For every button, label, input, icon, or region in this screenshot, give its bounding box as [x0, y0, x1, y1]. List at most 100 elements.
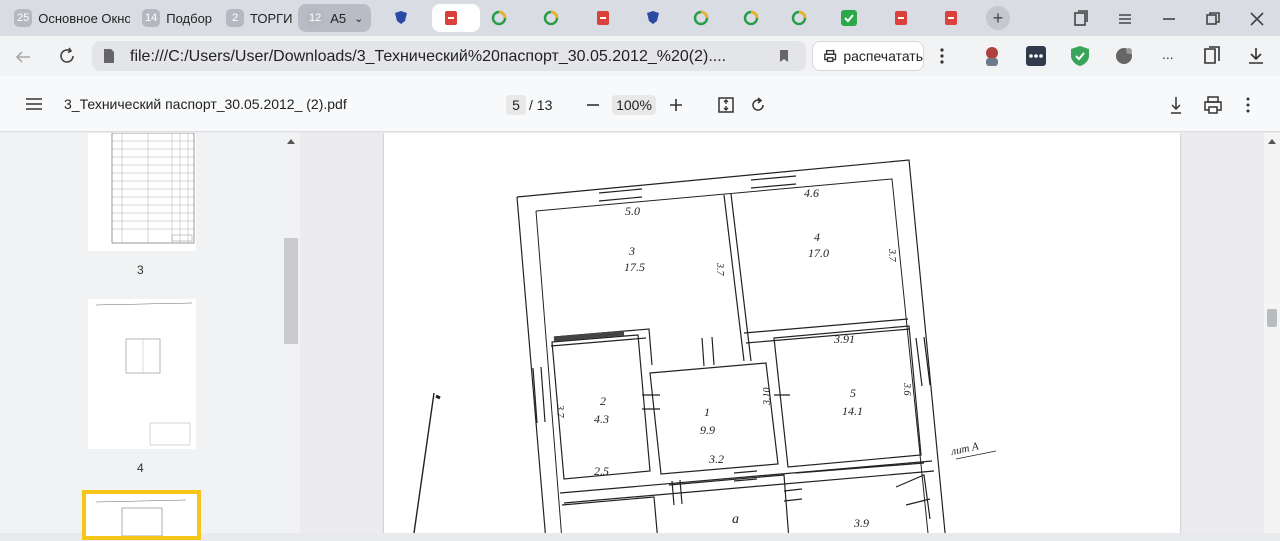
plan-thumbnail-image	[95, 499, 187, 537]
zoom-out-icon[interactable]	[584, 96, 602, 114]
room-area: 17.0	[808, 246, 829, 260]
fit-page-icon[interactable]	[716, 95, 736, 115]
tab-bar: 25 Основное Окно 14 Подбор 2 ТОРГИ 12 А5…	[0, 0, 1280, 36]
pdf-icon	[445, 11, 457, 25]
thumbnail-page-3[interactable]	[88, 132, 196, 251]
tab-group-label: ТОРГИ	[250, 10, 293, 26]
tab-group-count: 12	[306, 9, 325, 27]
check-icon[interactable]	[840, 9, 858, 27]
tab-group-main[interactable]: 25 Основное Окно	[6, 4, 138, 32]
printer-icon	[824, 49, 837, 63]
page-total: / 13	[529, 97, 553, 113]
thumbnail-label: 4	[137, 461, 144, 475]
more-vertical-icon[interactable]	[934, 46, 950, 66]
document-scrollbar	[1264, 133, 1280, 533]
sidebar-scrollbar-thumb[interactable]	[284, 238, 298, 344]
extension-icon[interactable]	[1112, 44, 1136, 68]
tab-group-label: Подбор	[166, 10, 213, 26]
scroll-up-arrow-icon[interactable]	[286, 137, 296, 145]
tab-group-torgi[interactable]: 2 ТОРГИ	[218, 4, 301, 32]
room-number: 5	[850, 386, 856, 400]
url-field[interactable]: file:///C:/Users/User/Downloads/3_Технич…	[92, 41, 806, 71]
dim-label: 3.10	[762, 388, 773, 407]
plan-thumbnail-image	[95, 302, 193, 446]
zoom-in-icon[interactable]	[667, 96, 685, 114]
print-label: распечатать	[843, 48, 923, 64]
page-number-input[interactable]: 5	[506, 95, 526, 115]
rotate-icon[interactable]	[748, 95, 768, 115]
dim-label: 3.7	[714, 262, 725, 277]
menu-icon[interactable]	[24, 96, 44, 112]
tab-active-pdf[interactable]	[432, 4, 480, 32]
pdf-icon[interactable]	[594, 9, 612, 27]
tab-group-label: А5	[330, 10, 347, 26]
pdf-page: 5.0 4.6 3 17.5 4 17.0 3.7 3.7 3.91 2 4.3…	[384, 133, 1180, 533]
room-number: 2	[600, 394, 606, 408]
refresh-site-icon[interactable]	[692, 9, 710, 27]
thumbnail-label: 3	[137, 263, 144, 277]
gerb-icon[interactable]	[392, 9, 410, 27]
room-number: 4	[814, 230, 820, 244]
room-number: а	[732, 512, 739, 527]
pdf-icon[interactable]	[892, 9, 910, 27]
extension-avatar-icon[interactable]	[980, 44, 1004, 68]
more-vertical-icon[interactable]	[1240, 94, 1256, 116]
dim-label: 3.7	[554, 404, 565, 419]
address-bar: file:///C:/Users/User/Downloads/3_Технич…	[0, 36, 1280, 76]
dim-label: 4.6	[804, 186, 819, 200]
gerb-icon[interactable]	[644, 9, 662, 27]
dim-label: 3.2	[708, 452, 724, 466]
url-text: file:///C:/Users/User/Downloads/3_Технич…	[130, 48, 727, 65]
restore-icon[interactable]	[1202, 8, 1224, 30]
refresh-site-icon[interactable]	[742, 9, 760, 27]
back-icon[interactable]	[12, 46, 34, 68]
close-icon[interactable]	[1246, 8, 1268, 30]
print-button[interactable]: распечатать	[812, 41, 924, 71]
file-icon	[104, 49, 114, 63]
scrollbar-thumb[interactable]	[1267, 309, 1277, 327]
room-number: 1	[704, 405, 710, 419]
scroll-up-arrow-icon[interactable]	[1267, 137, 1277, 145]
collections-icon[interactable]	[1070, 8, 1092, 30]
room-number: 3	[628, 244, 635, 258]
document-view: 5.0 4.6 3 17.5 4 17.0 3.7 3.7 3.91 2 4.3…	[300, 133, 1264, 533]
zoom-level[interactable]: 100%	[612, 95, 656, 115]
table-thumbnail-image	[111, 132, 195, 244]
chevron-down-icon: ⌄	[354, 12, 364, 25]
pdf-icon[interactable]	[942, 9, 960, 27]
download-icon[interactable]	[1166, 94, 1186, 116]
dim-label: 3.91	[833, 332, 855, 346]
thumbnail-page-4[interactable]	[88, 299, 196, 449]
new-tab-button[interactable]: +	[986, 6, 1010, 30]
dim-label: 3.7	[886, 248, 897, 263]
bookmark-icon[interactable]	[776, 48, 792, 64]
dim-label: 3.6	[901, 382, 912, 396]
room-area: 17.5	[624, 260, 645, 274]
room-area: 9.9	[700, 423, 715, 437]
refresh-site-icon[interactable]	[790, 9, 808, 27]
collections-book-icon[interactable]	[1200, 44, 1224, 68]
printer-icon[interactable]	[1202, 94, 1224, 116]
download-icon[interactable]	[1244, 44, 1268, 68]
document-title: 3_Технический паспорт_30.05.2012_ (2).pd…	[64, 96, 347, 112]
tab-group-label: Основное Окно	[38, 10, 131, 26]
reload-icon[interactable]	[56, 45, 78, 67]
tab-group-count: 2	[226, 9, 244, 27]
refresh-site-icon[interactable]	[490, 9, 508, 27]
password-manager-icon[interactable]	[1024, 44, 1048, 68]
pdf-toolbar: 3_Технический паспорт_30.05.2012_ (2).pd…	[0, 76, 1280, 132]
dim-label: 3.9	[853, 516, 869, 530]
tab-group-count: 25	[14, 9, 33, 27]
dim-label: 2.5	[594, 464, 609, 478]
refresh-site-icon[interactable]	[542, 9, 560, 27]
room-area: 14.1	[842, 404, 863, 418]
minimize-icon[interactable]	[1158, 8, 1180, 30]
menu-icon[interactable]	[1114, 8, 1136, 30]
tab-group-a5[interactable]: 12 А5 ⌄	[298, 4, 372, 32]
tab-group-podbor[interactable]: 14 Подбор	[134, 4, 220, 32]
tab-group-count: 14	[142, 9, 161, 27]
overflow-extensions[interactable]: ...	[1162, 46, 1174, 62]
floor-plan-drawing: 5.0 4.6 3 17.5 4 17.0 3.7 3.7 3.91 2 4.3…	[413, 159, 997, 533]
room-area: 4.3	[594, 412, 609, 426]
shield-icon[interactable]	[1068, 44, 1092, 68]
